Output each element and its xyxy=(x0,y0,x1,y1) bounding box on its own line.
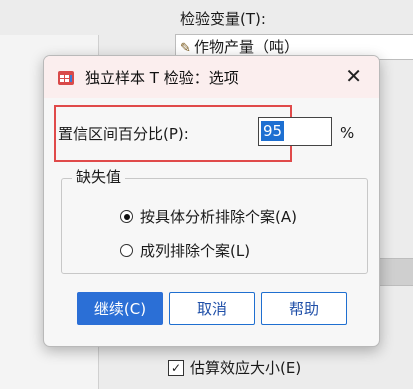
radio-unselected-icon[interactable] xyxy=(120,244,133,257)
effect-size-label: 估算效应大小(E) xyxy=(190,359,302,377)
list-item: 作物产量（吨） xyxy=(194,38,300,56)
cancel-button[interactable]: 取消 xyxy=(169,292,255,325)
dialog-title: 独立样本 T 检验：选项 xyxy=(85,69,239,87)
effect-size-checkbox-row[interactable]: ✓ 估算效应大小(E) xyxy=(168,357,301,378)
percent-unit: % xyxy=(340,124,355,142)
test-variables-label: 检验变量(T): xyxy=(180,10,266,28)
options-dialog: 独立样本 T 检验：选项 ✕ 置信区间百分比(P): 95 % 缺失值 按具体分… xyxy=(43,55,380,347)
close-icon[interactable]: ✕ xyxy=(345,64,362,88)
checkbox-icon[interactable]: ✓ xyxy=(168,359,184,376)
spss-app-icon xyxy=(58,71,74,85)
radio-exclude-analysis-label: 按具体分析排除个案(A) xyxy=(140,208,297,226)
dialog-titlebar: 独立样本 T 检验：选项 ✕ xyxy=(44,56,379,98)
help-button[interactable]: 帮助 xyxy=(261,292,347,325)
missing-values-title: 缺失值 xyxy=(72,166,126,187)
confidence-interval-label: 置信区间百分比(P): xyxy=(58,125,189,143)
radio-exclude-listwise-label: 成列排除个案(L) xyxy=(140,242,251,260)
radio-selected-icon[interactable] xyxy=(120,210,133,223)
confidence-interval-input[interactable]: 95 xyxy=(258,117,332,146)
continue-button[interactable]: 继续(C) xyxy=(77,292,163,325)
radio-exclude-listwise[interactable]: 成列排除个案(L) xyxy=(120,240,250,261)
radio-exclude-analysis[interactable]: 按具体分析排除个案(A) xyxy=(120,206,297,227)
confidence-interval-value: 95 xyxy=(261,121,285,141)
